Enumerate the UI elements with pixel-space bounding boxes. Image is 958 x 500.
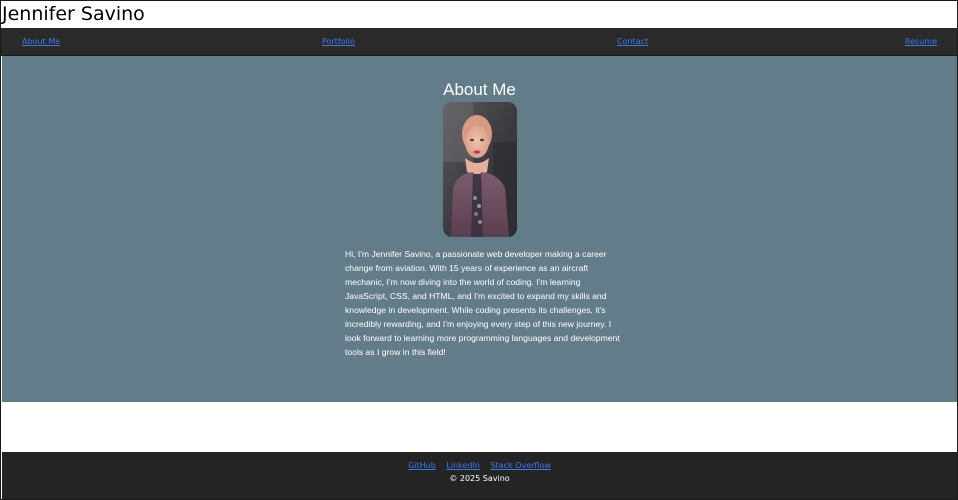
nav-link-portfolio[interactable]: Portfolio bbox=[322, 37, 355, 47]
profile-photo bbox=[443, 102, 517, 237]
copyright-text: © 2025 Savino bbox=[449, 474, 510, 483]
top-navigation: About Me Portfolio Contact Resume bbox=[1, 28, 957, 56]
footer-links: GitHub LinkedIn Stack Overflow bbox=[2, 461, 957, 471]
nav-link-contact[interactable]: Contact bbox=[617, 37, 648, 47]
footer-link-github[interactable]: GitHub bbox=[408, 461, 436, 470]
footer-link-stack-overflow[interactable]: Stack Overflow bbox=[490, 461, 550, 470]
nav-link-about-me[interactable]: About Me bbox=[22, 37, 60, 47]
nav-link-resume[interactable]: Resume bbox=[905, 37, 937, 47]
about-bio: Hi, I'm Jennifer Savino, a passionate we… bbox=[345, 249, 620, 357]
footer-link-linkedin[interactable]: LinkedIn bbox=[446, 461, 480, 470]
site-title: Jennifer Savino bbox=[2, 3, 145, 25]
footer: GitHub LinkedIn Stack Overflow © 2025 Sa… bbox=[2, 452, 957, 499]
about-section: About Me Hi, I'm Jennifer Savino, a pass… bbox=[2, 56, 957, 402]
page: Jennifer Savino About Me Portfolio Conta… bbox=[0, 0, 958, 500]
about-heading: About Me bbox=[443, 80, 516, 99]
